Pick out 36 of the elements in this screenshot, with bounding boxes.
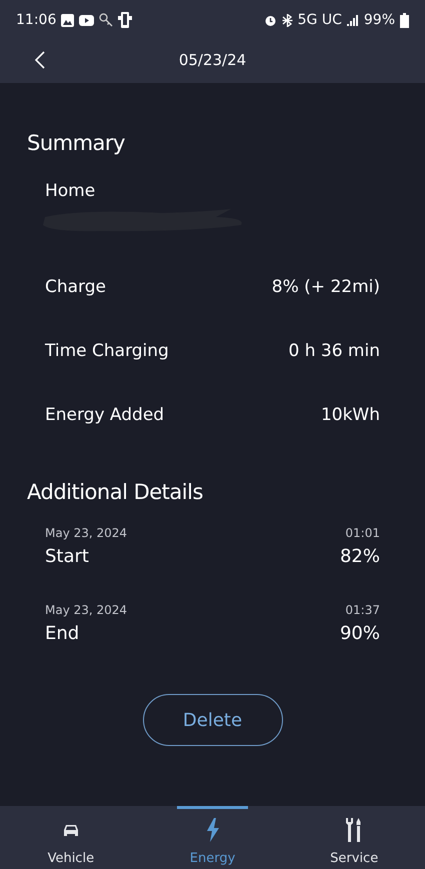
- network-label: 5G UC: [298, 12, 342, 28]
- section-title: Summary: [27, 131, 126, 155]
- detail-date: May 23, 2024: [45, 526, 128, 540]
- nav-tab[interactable]: Energy: [176, 806, 248, 869]
- detail-label: Start: [45, 546, 89, 567]
- detail-label: End: [45, 623, 80, 644]
- bluetooth-icon: [282, 14, 293, 26]
- summary-label: Time Charging: [45, 341, 169, 361]
- section-title: Additional Details: [27, 480, 204, 504]
- signal-icon: [346, 14, 359, 26]
- car-icon: [62, 822, 80, 838]
- detail-value: 90%: [340, 623, 380, 644]
- status-time: 11:06: [16, 12, 56, 28]
- key-icon: [99, 13, 114, 27]
- wrench-screwdriver-icon: [345, 818, 364, 842]
- summary-label: Charge: [45, 277, 106, 297]
- detail-time: 01:01: [345, 526, 380, 540]
- alarm-icon: [264, 14, 277, 26]
- delete-button[interactable]: Delete: [142, 694, 282, 746]
- nav-tab[interactable]: Vehicle: [35, 806, 107, 869]
- video-play-icon: [79, 14, 94, 26]
- battery-icon: [400, 12, 409, 28]
- detail-date: May 23, 2024: [45, 603, 128, 617]
- image-icon: [61, 14, 74, 26]
- header-title: 05/23/24: [178, 50, 246, 68]
- detail-value: 82%: [340, 546, 380, 567]
- location-name: Home: [45, 181, 96, 201]
- lightning-bolt-icon: [206, 818, 220, 842]
- detail-time: 01:37: [345, 603, 380, 617]
- battery-percentage: 99%: [364, 12, 395, 28]
- summary-value: 8% (+ 22mi): [272, 277, 380, 297]
- summary-value: 0 h 36 min: [288, 341, 380, 361]
- phone-icon: [118, 12, 132, 28]
- nav-tab[interactable]: Service: [318, 806, 390, 869]
- summary-label: Energy Added: [45, 405, 164, 425]
- summary-value: 10kWh: [320, 405, 380, 425]
